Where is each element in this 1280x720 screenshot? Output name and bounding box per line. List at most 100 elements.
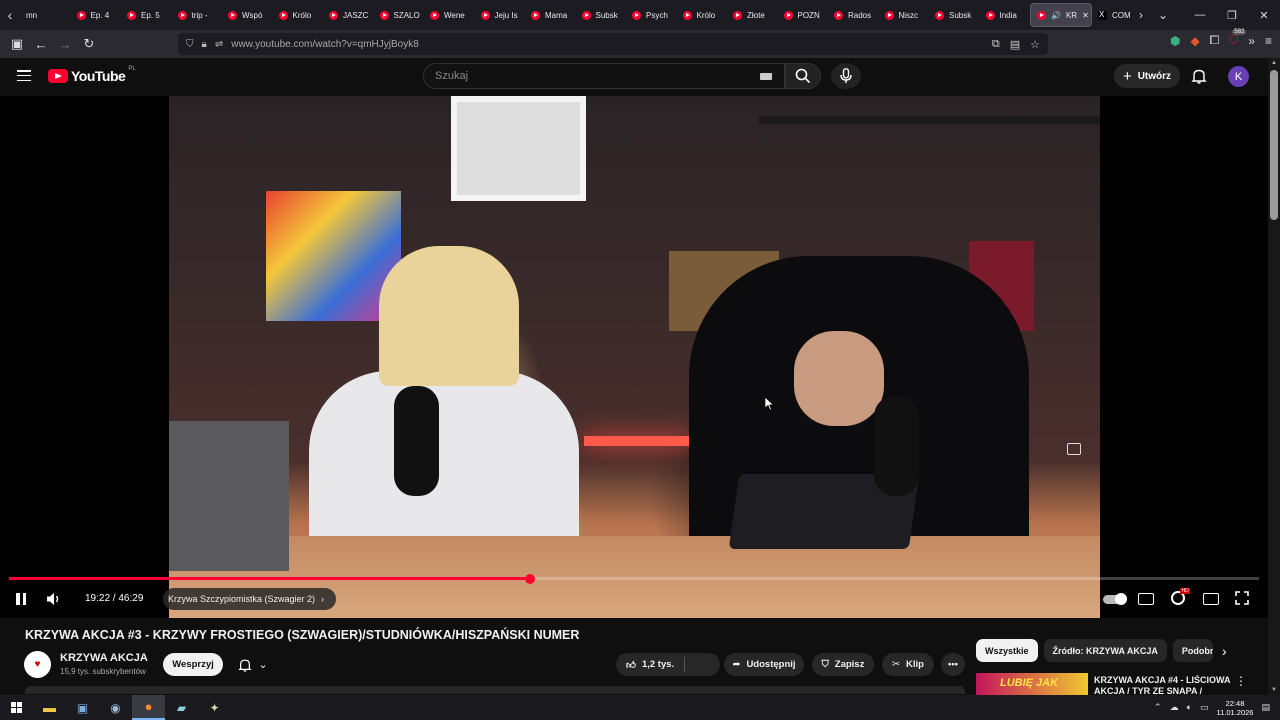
chip-similar[interactable]: Podobne xyxy=(1172,639,1213,662)
theater-mode-icon[interactable] xyxy=(1203,593,1219,605)
support-button[interactable]: Wesprzyj xyxy=(163,653,223,676)
create-button[interactable]: + Utwórz xyxy=(1114,64,1180,88)
subtitles-icon[interactable] xyxy=(1138,593,1154,605)
channel-name[interactable]: KRZYWA AKCJA xyxy=(60,652,148,664)
overflow-menu-icon[interactable]: » xyxy=(1248,34,1255,48)
sidebar-toggle-icon[interactable]: ▣ xyxy=(5,32,29,56)
scrollbar-thumb[interactable] xyxy=(1270,70,1278,220)
like-button[interactable]: 👍︎ 1,2 tys. 👎︎ xyxy=(616,653,720,676)
progress-scrubber[interactable] xyxy=(524,573,535,584)
extensions-icon[interactable]: ⧠ xyxy=(1210,33,1220,48)
minimize-button[interactable]: — xyxy=(1184,9,1216,22)
close-window-button[interactable]: ✕ xyxy=(1248,9,1280,22)
file-explorer-icon[interactable]: ▬ xyxy=(33,695,66,720)
save-button[interactable]: ⛉ Zapisz xyxy=(812,653,874,676)
system-clock[interactable]: 22:48 11.01.2026 xyxy=(1217,699,1254,717)
tool-app-icon[interactable]: ✦ xyxy=(198,695,231,720)
chips-next-arrow-icon[interactable]: › xyxy=(1222,643,1227,659)
url-text[interactable]: www.youtube.com/watch?v=qmHJyjBoyk8 xyxy=(231,39,419,50)
recommendation-menu-icon[interactable]: ⋮ xyxy=(1235,674,1247,688)
firefox-icon[interactable]: ● xyxy=(132,695,165,720)
browser-tab[interactable]: Psych xyxy=(626,3,677,27)
browser-tab[interactable]: Królo xyxy=(273,3,324,27)
description-box[interactable] xyxy=(25,686,965,694)
restore-button[interactable]: ❐ xyxy=(1216,9,1248,22)
notifications-icon[interactable]: ▤ xyxy=(1261,702,1270,713)
browser-tab[interactable]: Złote xyxy=(727,3,778,27)
recommendation-thumbnail[interactable]: LUBIĘ JAK xyxy=(976,673,1088,695)
voice-search-button[interactable] xyxy=(831,63,861,89)
volume-icon[interactable] xyxy=(46,590,62,608)
search-button[interactable] xyxy=(785,63,821,89)
miniplayer-icon[interactable] xyxy=(1067,443,1081,455)
browser-tab[interactable]: JASZC xyxy=(323,3,374,27)
browser-tab[interactable]: trip - xyxy=(172,3,223,27)
keyboard-icon[interactable] xyxy=(760,73,772,80)
reader-view-icon[interactable]: ▤ xyxy=(1010,38,1020,51)
browser-tab[interactable]: Subsk xyxy=(576,3,627,27)
url-bar[interactable]: ⛉ 🔒︎ ⇌ www.youtube.com/watch?v=qmHJyjBoy… xyxy=(178,33,1048,55)
chip-all[interactable]: Wszystkie xyxy=(976,639,1038,662)
steam-icon[interactable]: ◉ xyxy=(99,695,132,720)
monitor-app-icon[interactable]: ▣ xyxy=(66,695,99,720)
scroll-down-arrow-icon[interactable]: ▼ xyxy=(1271,687,1277,693)
close-tab-icon[interactable]: ✕ xyxy=(1082,11,1089,20)
volume-tray-icon[interactable]: 🔈︎ xyxy=(1187,702,1192,713)
pause-icon[interactable] xyxy=(14,590,28,608)
lock-icon[interactable]: 🔒︎ xyxy=(202,39,207,50)
browser-tab[interactable]: Ep. 4 xyxy=(71,3,122,27)
network-icon[interactable]: ▭ xyxy=(1200,702,1209,713)
browser-tab[interactable]: Jeju Is xyxy=(475,3,526,27)
tabs-scroll-left-button[interactable]: ‹ xyxy=(0,7,20,23)
back-button[interactable]: ← xyxy=(29,32,53,56)
browser-tab[interactable]: POZN xyxy=(778,3,829,27)
clip-button[interactable]: ✂ Klip xyxy=(882,653,934,676)
scroll-up-arrow-icon[interactable]: ▲ xyxy=(1271,60,1277,66)
tabs-scroll-right-button[interactable]: › xyxy=(1130,8,1152,22)
shield-icon[interactable]: ⛉ xyxy=(186,39,194,50)
menu-icon[interactable] xyxy=(17,70,31,82)
reload-button[interactable]: ↻ xyxy=(77,32,101,56)
browser-tab[interactable]: COME xyxy=(1092,3,1130,27)
bookmark-star-icon[interactable]: ☆ xyxy=(1030,38,1040,51)
chapter-button[interactable]: Krzywa Szczypiomistka (Szwagier 2) › xyxy=(163,588,337,610)
app-menu-icon[interactable]: ≡ xyxy=(1265,34,1272,48)
video-frame[interactable] xyxy=(169,96,1100,618)
progress-bar[interactable] xyxy=(9,573,1259,584)
ublock-icon[interactable]: ⛉ 582 xyxy=(1229,29,1247,48)
search-input[interactable]: Szukaj xyxy=(423,63,785,89)
vpn-shield-icon[interactable]: ⬢ xyxy=(1170,34,1180,48)
speaker-icon[interactable]: 🔊 xyxy=(1051,11,1061,20)
browser-tab[interactable]: Wene xyxy=(424,3,475,27)
youtube-logo[interactable]: YouTube PL xyxy=(48,66,136,84)
browser-tab[interactable]: India xyxy=(980,3,1031,27)
browser-tab[interactable]: Niszc xyxy=(879,3,930,27)
picture-in-picture-icon[interactable]: ⧉ xyxy=(992,38,1000,51)
list-all-tabs-button[interactable]: ⌄ xyxy=(1152,8,1174,22)
browser-tab[interactable]: SZALO xyxy=(374,3,425,27)
notes-app-icon[interactable]: ▰ xyxy=(165,695,198,720)
fullscreen-icon[interactable] xyxy=(1235,591,1249,605)
permissions-icon[interactable]: ⇌ xyxy=(215,39,223,50)
chip-source[interactable]: Źródło: KRZYWA AKCJA xyxy=(1043,639,1167,662)
page-scrollbar[interactable]: ▲ ▼ xyxy=(1268,58,1280,695)
channel-avatar[interactable]: ♥ xyxy=(24,651,51,678)
fox-extension-icon[interactable]: ◆ xyxy=(1190,34,1199,48)
browser-tab[interactable]: Mama xyxy=(525,3,576,27)
share-button[interactable]: ➦ Udostępnij xyxy=(724,653,804,676)
user-avatar[interactable]: K xyxy=(1228,66,1249,87)
forward-button[interactable]: → xyxy=(53,32,77,56)
browser-tab[interactable]: Wspó xyxy=(222,3,273,27)
browser-tab[interactable]: mn xyxy=(20,3,71,27)
autoplay-toggle[interactable] xyxy=(1103,593,1127,605)
subscription-bell-button[interactable]: ⌄ xyxy=(229,653,277,676)
browser-tab[interactable]: Królo xyxy=(677,3,728,27)
tray-chevron-up-icon[interactable]: ⌃ xyxy=(1154,702,1162,713)
browser-tab[interactable]: Subsk xyxy=(929,3,980,27)
browser-tab[interactable]: Rados xyxy=(828,3,879,27)
browser-tab[interactable]: Ep. 5 xyxy=(121,3,172,27)
recommendation-title[interactable]: KRZYWA AKCJA #4 - LIŚCIOWA AKCJA / TYR Z… xyxy=(1094,675,1234,695)
notifications-bell-icon[interactable] xyxy=(1191,68,1207,84)
cloud-icon[interactable]: ☁ xyxy=(1170,702,1179,713)
start-button[interactable] xyxy=(0,695,33,720)
